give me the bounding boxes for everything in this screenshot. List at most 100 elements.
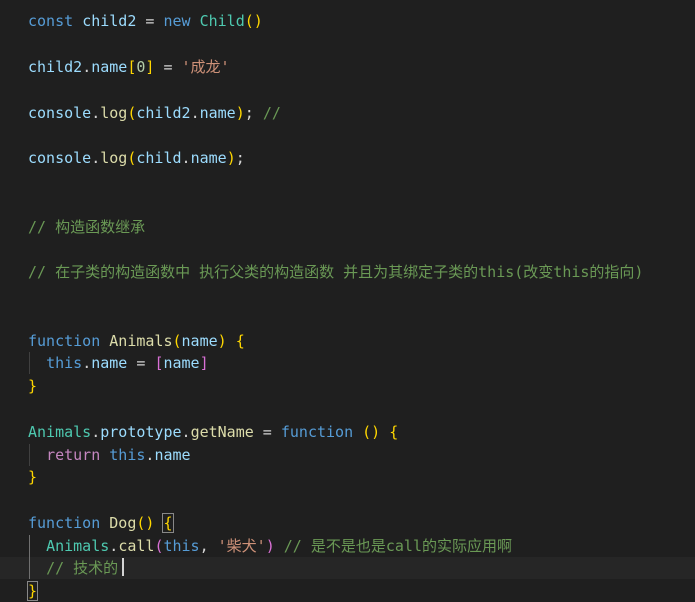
code-token: {	[235, 332, 245, 350]
code-token: // 构造函数继承	[28, 218, 146, 236]
code-token: console	[28, 149, 92, 167]
code-token: child2	[82, 12, 137, 30]
code-token: return	[46, 446, 101, 464]
code-token: Animals	[28, 423, 92, 441]
code-token: .	[109, 537, 119, 555]
code-token: =	[136, 12, 164, 30]
code-token: function	[280, 423, 354, 441]
code-line[interactable]: const child2 = new Child()	[28, 10, 263, 32]
code-token: new	[163, 12, 191, 30]
code-token: // 技术的	[46, 559, 119, 577]
code-token: '柴犬'	[217, 537, 266, 555]
code-token: '成龙'	[181, 58, 230, 76]
code-token: .	[82, 58, 92, 76]
code-token: }	[28, 377, 38, 395]
code-token: name	[91, 354, 128, 372]
code-line[interactable]: this.name = [name]	[28, 352, 209, 374]
code-token: console	[28, 104, 92, 122]
code-line[interactable]: function Animals(name) {	[28, 330, 245, 352]
code-token: .	[91, 104, 101, 122]
code-line[interactable]: }	[28, 466, 37, 488]
code-token: log	[100, 149, 128, 167]
code-token: .	[91, 423, 101, 441]
code-token: name	[91, 58, 128, 76]
code-token: .	[181, 149, 191, 167]
code-line[interactable]: return this.name	[28, 444, 191, 466]
code-token: name	[190, 149, 227, 167]
code-token: call	[118, 537, 155, 555]
code-token: // 是不是也是call的实际应用啊	[283, 537, 512, 555]
code-token: (	[172, 332, 182, 350]
code-token: Dog	[109, 514, 137, 532]
code-token: function	[28, 332, 101, 350]
code-token: )	[235, 104, 245, 122]
code-line[interactable]: }	[26, 580, 39, 602]
code-line[interactable]: Animals.prototype.getName = function () …	[28, 421, 398, 443]
code-token: this	[109, 446, 146, 464]
code-token: name	[181, 332, 218, 350]
code-token: }	[26, 581, 39, 601]
code-line[interactable]: Animals.call(this, '柴犬') // 是不是也是call的实际…	[28, 535, 512, 557]
code-token: ()	[136, 514, 155, 532]
code-token: this	[163, 537, 200, 555]
code-token: child2	[136, 104, 191, 122]
code-token: function	[28, 514, 101, 532]
code-line[interactable]: }	[28, 375, 37, 397]
code-token: prototype	[100, 423, 182, 441]
text-cursor	[122, 558, 125, 576]
code-line[interactable]: console.log(child2.name); //	[28, 102, 281, 124]
code-token: ()	[362, 423, 381, 441]
code-token: {	[162, 513, 174, 533]
code-token: )	[226, 149, 236, 167]
code-token: name	[163, 354, 200, 372]
code-token: child2	[28, 58, 83, 76]
code-token: Child	[199, 12, 245, 30]
code-token: Animals	[46, 537, 110, 555]
code-token: {	[389, 423, 399, 441]
code-token: )	[265, 537, 275, 555]
code-line[interactable]: child2.name[0] = '成龙'	[28, 56, 230, 78]
code-token: ]	[199, 354, 209, 372]
code-token: name	[154, 446, 191, 464]
code-token: )	[217, 332, 227, 350]
code-token: //	[262, 104, 281, 122]
code-line[interactable]: console.log(child.name);	[28, 147, 245, 169]
code-line[interactable]: // 技术的	[28, 557, 125, 579]
code-token: ,	[199, 537, 218, 555]
code-token: }	[28, 468, 38, 486]
code-token: .	[91, 149, 101, 167]
code-line[interactable]: function Dog() {	[28, 512, 174, 534]
code-token: this	[46, 354, 83, 372]
code-token: =	[127, 354, 155, 372]
code-token: ;	[235, 149, 245, 167]
code-token: .	[181, 423, 191, 441]
code-token: name	[199, 104, 236, 122]
code-token: .	[82, 354, 92, 372]
code-token: log	[100, 104, 128, 122]
code-line[interactable]: // 在子类的构造函数中 执行父类的构造函数 并且为其绑定子类的this(改变t…	[28, 261, 643, 283]
code-token: =	[253, 423, 281, 441]
code-token: getName	[190, 423, 254, 441]
code-editor[interactable]: const child2 = new Child() child2.name[0…	[0, 0, 695, 602]
code-token: .	[190, 104, 200, 122]
code-token: // 在子类的构造函数中 执行父类的构造函数 并且为其绑定子类的this(改变t…	[28, 263, 644, 281]
code-token: ()	[244, 12, 263, 30]
code-token: child	[136, 149, 182, 167]
code-line[interactable]: // 构造函数继承	[28, 216, 145, 238]
code-token: ;	[244, 104, 263, 122]
code-token: Animals	[109, 332, 173, 350]
code-token: =	[154, 58, 182, 76]
